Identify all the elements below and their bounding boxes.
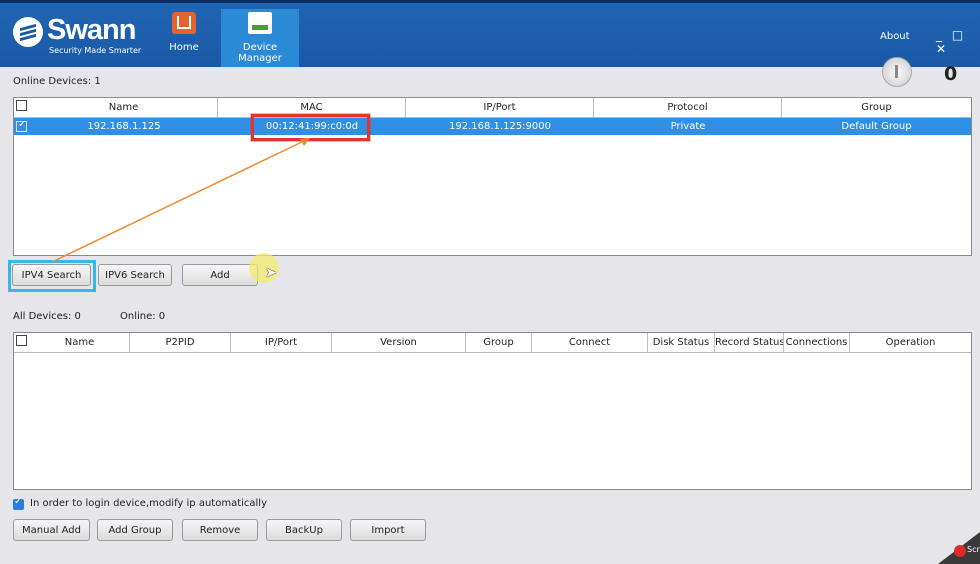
mouse-pointer-icon: ➤ (265, 265, 277, 281)
recorder-label: Scre (967, 545, 980, 554)
recorder-logo-icon (954, 545, 966, 557)
annotation-arrow (51, 138, 310, 263)
